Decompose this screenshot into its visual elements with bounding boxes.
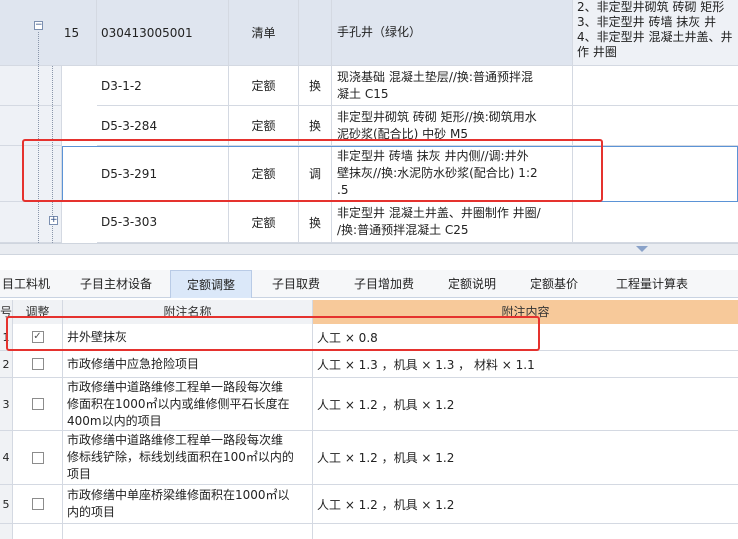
collapse-arrow-icon[interactable]	[636, 246, 648, 252]
item-features[interactable]: 2、非定型井砌筑 砖砌 矩形 3、非定型井 砖墙 抹灰 井 4、非定型井 混凝土…	[573, 0, 738, 66]
highlight-box	[6, 316, 540, 351]
item-flag: 换	[299, 66, 332, 106]
note-name: 市政修缮中道路维修工程单一路段每次维 修面积在1000㎡以内或维修侧平石长度在 …	[63, 378, 313, 430]
item-flag: 换	[299, 202, 332, 243]
row-index: 5	[0, 485, 13, 523]
note-content[interactable]: 人工 × 1.2 ，机具 × 1.2	[313, 431, 738, 484]
tab-labor-material-machine[interactable]: 目工料机	[0, 270, 52, 298]
row-index: 3	[0, 378, 13, 430]
adjust-cell	[13, 485, 63, 523]
note-name: 市政修缮中应急抢险项目	[63, 351, 313, 377]
item-code: 030413005001	[97, 0, 229, 66]
item-features[interactable]	[573, 66, 738, 106]
adjust-cell	[13, 431, 63, 484]
row-index	[0, 524, 13, 539]
adjust-cell	[13, 378, 63, 430]
table-row[interactable]: D3-1-2 定额 换 现浇基础 混凝土垫层//换:普通预拌混 凝土 C15	[0, 66, 738, 106]
row-index: 4	[0, 431, 13, 484]
item-code: D3-1-2	[97, 66, 229, 106]
detail-tabs: 目工料机 子目主材设备 定额调整 子目取费 子目增加费 定额说明 定额基价 工程…	[0, 270, 738, 298]
tab-quota-description[interactable]: 定额说明	[438, 270, 506, 298]
item-type: 清单	[229, 0, 299, 66]
tree-connector	[38, 32, 39, 243]
item-flag	[299, 0, 332, 66]
tab-additional-fee[interactable]: 子目增加费	[342, 270, 426, 298]
adjust-checkbox[interactable]	[31, 398, 44, 410]
item-code: D5-3-303	[97, 202, 229, 243]
item-type: 定额	[229, 66, 299, 106]
table-row[interactable]: 4 市政修缮中道路维修工程单一路段每次维 修标线铲除，标线划线面积在100㎡以内…	[0, 431, 738, 485]
item-name[interactable]: 现浇基础 混凝土垫层//换:普通预拌混 凝土 C15	[332, 66, 573, 106]
table-row[interactable]: 5 市政修缮中单座桥梁维修面积在1000㎡以 内的项目 人工 × 1.2 ，机具…	[0, 485, 738, 524]
tab-quantity-calculation[interactable]: 工程量计算表	[604, 270, 700, 298]
tab-quota-base-price[interactable]: 定额基价	[520, 270, 588, 298]
row-number: 15	[47, 0, 97, 66]
note-content[interactable]: 人工 × 1.2 ，机具 × 1.2	[313, 378, 738, 430]
collapse-icon[interactable]: −	[34, 21, 43, 30]
bill-items-grid: 15 030413005001 清单 手孔井（绿化） 2、非定型井砌筑 砖砌 矩…	[0, 0, 738, 243]
table-row[interactable]: D5-3-303 定额 换 非定型井 混凝土井盖、井圈制作 井圈/ /换:普通预…	[0, 202, 738, 243]
table-row[interactable]: 2 市政修缮中应急抢险项目 人工 × 1.3 ，机具 × 1.3 ， 材料 × …	[0, 351, 738, 378]
note-name	[63, 524, 313, 539]
adjust-cell	[13, 524, 63, 539]
item-name[interactable]: 非定型井 混凝土井盖、井圈制作 井圈/ /换:普通预拌混凝土 C25	[332, 202, 573, 243]
expand-icon[interactable]: +	[49, 216, 58, 225]
note-content[interactable]: 人工 × 1.2 ，机具 × 1.2	[313, 485, 738, 523]
tree-cell	[0, 0, 47, 66]
adjust-checkbox[interactable]	[31, 358, 44, 370]
tab-main-material-equipment[interactable]: 子目主材设备	[72, 270, 160, 298]
tab-fee-rate[interactable]: 子目取费	[262, 270, 330, 298]
item-features[interactable]	[573, 202, 738, 243]
table-row-partial	[0, 524, 738, 539]
table-row[interactable]: 3 市政修缮中道路维修工程单一路段每次维 修面积在1000㎡以内或维修侧平石长度…	[0, 378, 738, 431]
row-index: 2	[0, 351, 13, 377]
note-name: 市政修缮中道路维修工程单一路段每次维 修标线铲除，标线划线面积在100㎡以内的 …	[63, 431, 313, 484]
adjust-checkbox[interactable]	[31, 451, 44, 464]
table-row[interactable]: 15 030413005001 清单 手孔井（绿化） 2、非定型井砌筑 砖砌 矩…	[0, 0, 738, 66]
tab-quota-adjustment[interactable]: 定额调整	[170, 270, 252, 298]
adjust-checkbox[interactable]	[31, 498, 44, 510]
adjust-cell	[13, 351, 63, 377]
pane-splitter[interactable]	[0, 243, 738, 255]
item-type: 定额	[229, 202, 299, 243]
item-name[interactable]: 手孔井（绿化）	[332, 0, 573, 66]
highlight-box	[22, 139, 603, 202]
note-name: 市政修缮中单座桥梁维修面积在1000㎡以 内的项目	[63, 485, 313, 523]
note-content[interactable]: 人工 × 1.3 ，机具 × 1.3 ， 材料 × 1.1	[313, 351, 738, 377]
